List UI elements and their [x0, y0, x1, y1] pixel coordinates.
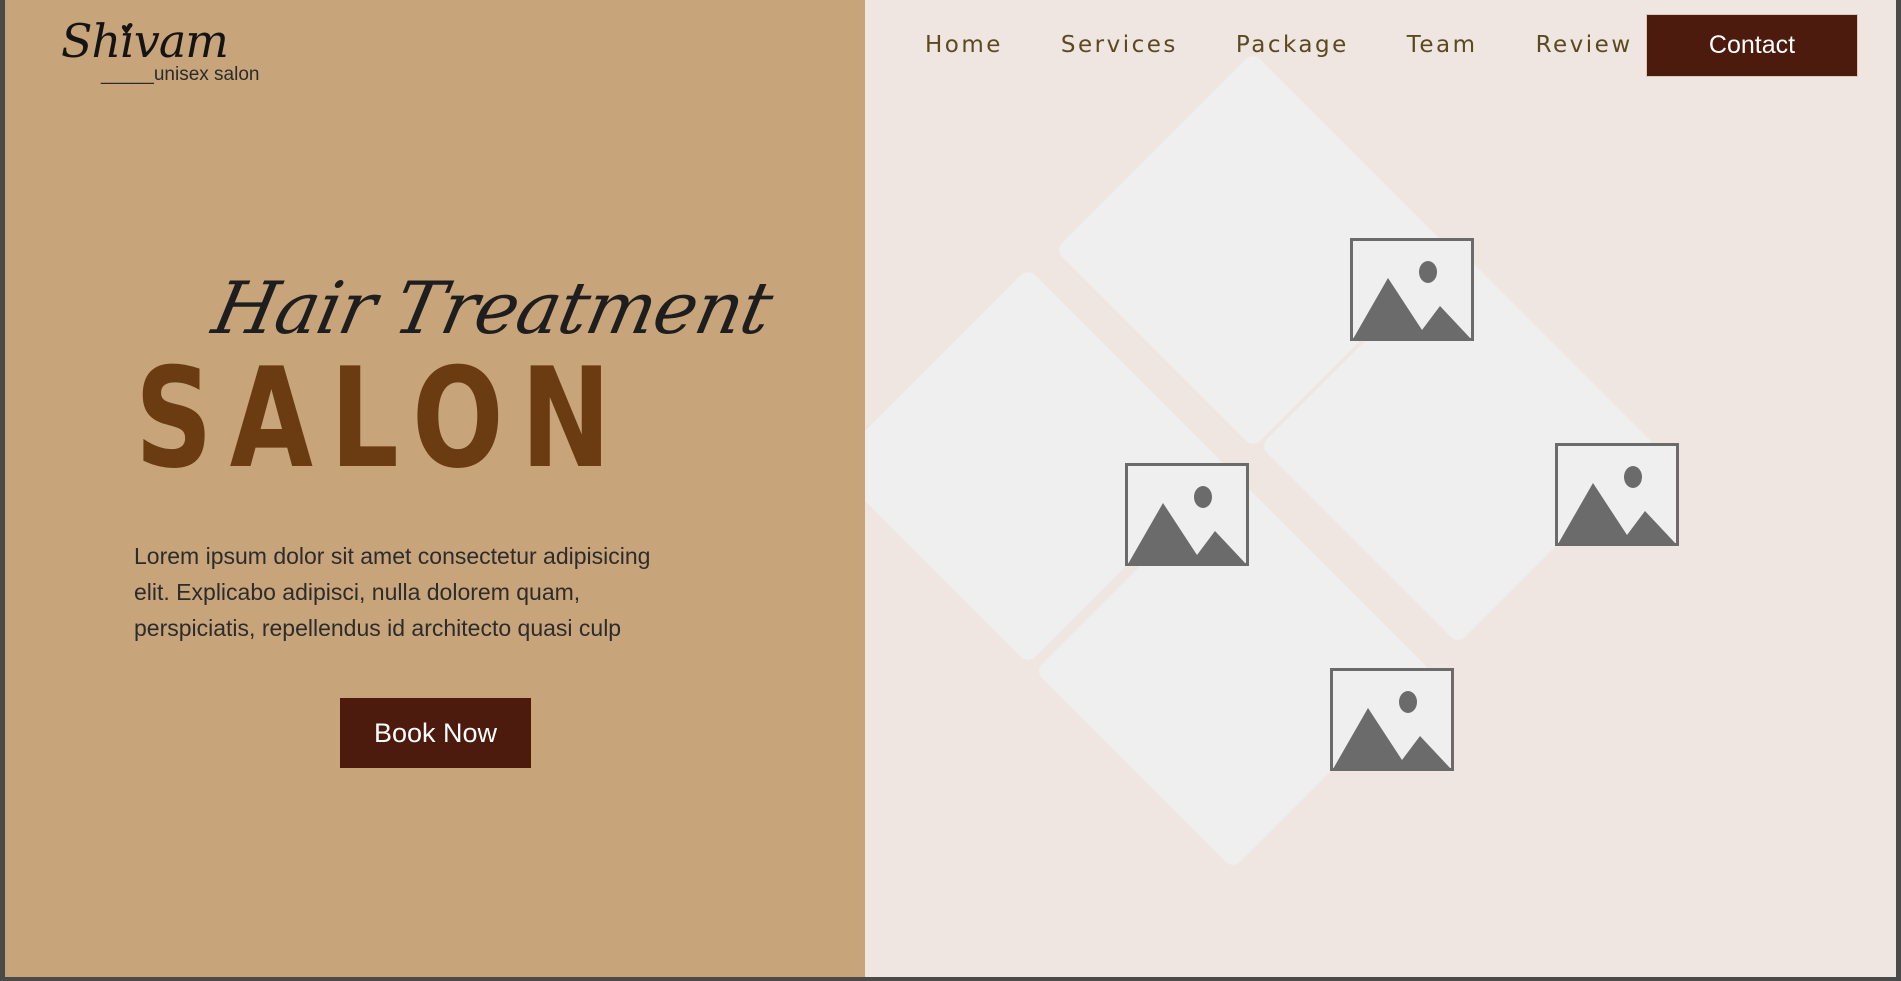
book-now-button[interactable]: Book Now: [340, 698, 531, 768]
page: Shivam ♥ _____unisex salon Hair Treatmen…: [5, 0, 1896, 977]
nav-item-home[interactable]: Home: [925, 28, 1003, 62]
hero-left-panel: Shivam ♥ _____unisex salon Hair Treatmen…: [5, 0, 865, 977]
image-placeholder-icon: [1555, 443, 1679, 546]
contact-button[interactable]: Contact: [1646, 14, 1858, 77]
logo-name: Shivam: [61, 14, 229, 68]
main-nav: Home Services Package Team Review: [925, 28, 1691, 62]
logo-tagline: _____unisex salon: [101, 64, 260, 85]
nav-item-review[interactable]: Review: [1536, 28, 1633, 62]
nav-item-package[interactable]: Package: [1236, 28, 1349, 62]
hero-description: Lorem ipsum dolor sit amet consectetur a…: [134, 543, 651, 641]
image-placeholder-icon: [1330, 668, 1454, 771]
heart-icon: ♥: [121, 19, 132, 39]
image-placeholder-icon: [1125, 463, 1249, 566]
logo[interactable]: Shivam ♥ _____unisex salon: [61, 14, 259, 85]
nav-item-team[interactable]: Team: [1407, 28, 1478, 62]
hero-title: SALON: [135, 338, 628, 499]
image-placeholder-icon: [1350, 238, 1474, 341]
hero-right-panel: [865, 0, 1896, 977]
nav-item-services[interactable]: Services: [1061, 28, 1178, 62]
